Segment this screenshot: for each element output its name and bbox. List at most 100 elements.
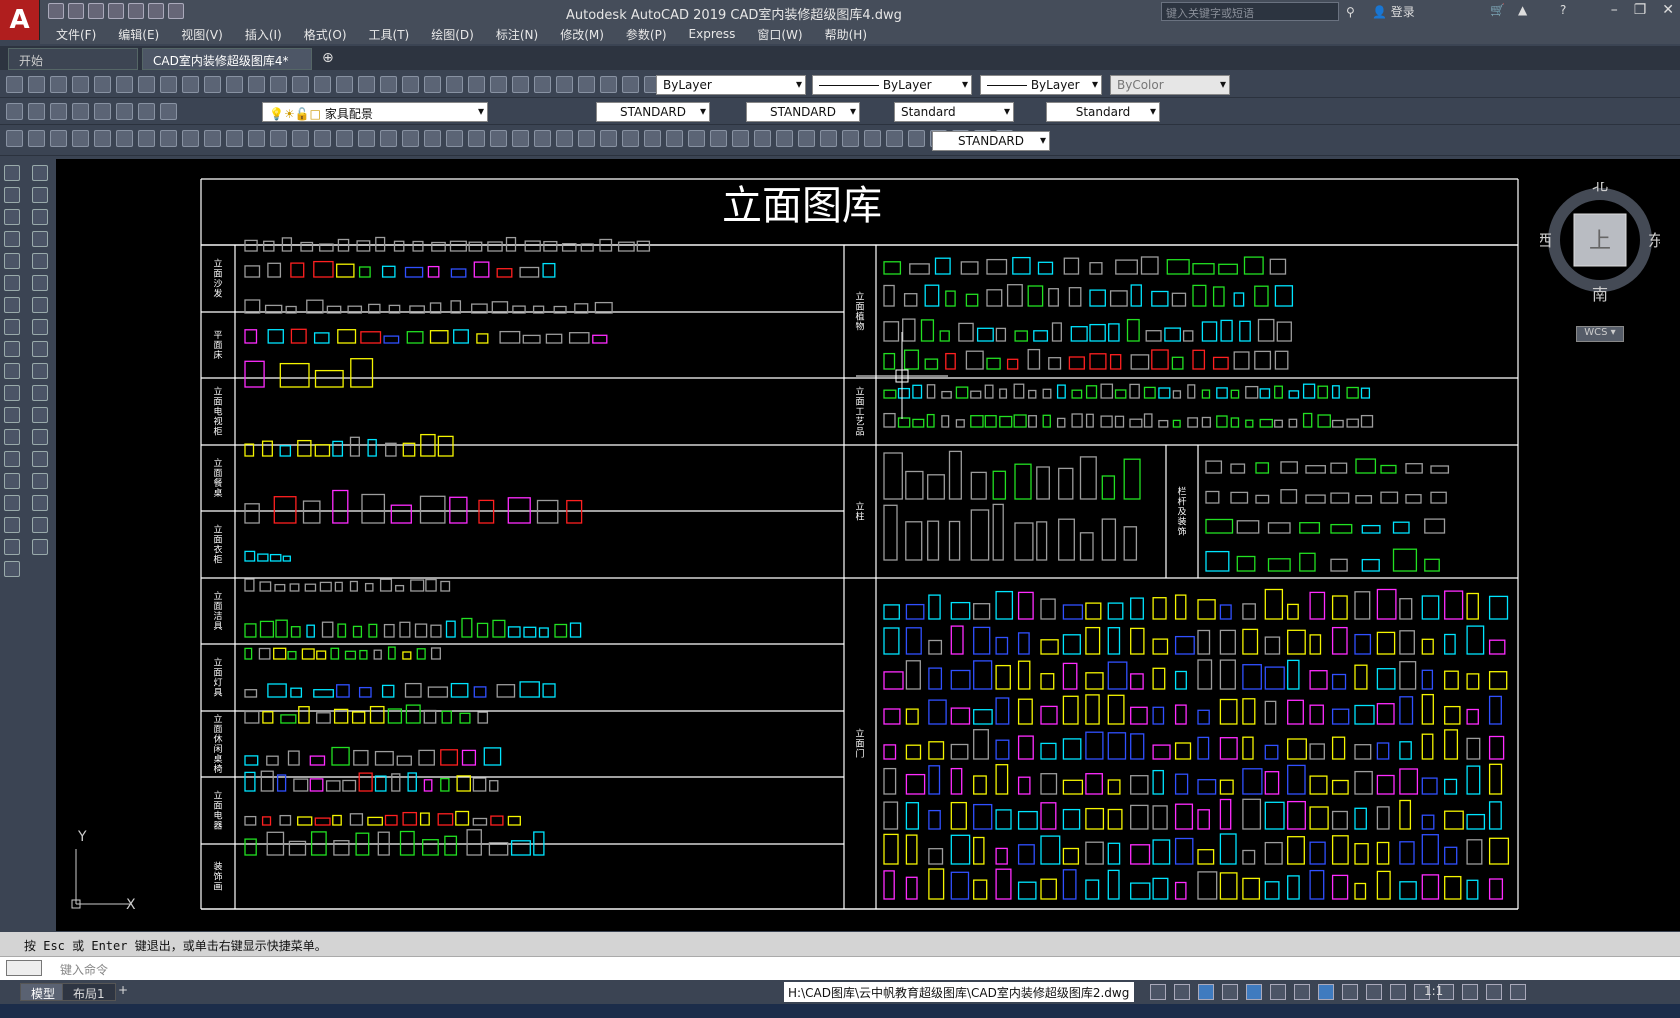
door-block[interactable] — [1219, 872, 1238, 900]
lamp-block[interactable] — [414, 623, 428, 638]
standard-tool-icon-11[interactable] — [248, 76, 265, 93]
door-block[interactable] — [1354, 591, 1371, 620]
door-block[interactable] — [1399, 661, 1417, 690]
door-block[interactable] — [973, 660, 993, 690]
sofa-block[interactable] — [381, 265, 396, 278]
door-block[interactable] — [1107, 732, 1127, 760]
dim-tool-icon-2[interactable] — [50, 130, 67, 147]
plant-block[interactable] — [903, 349, 920, 370]
bed-block[interactable] — [267, 329, 284, 344]
door-block[interactable] — [1287, 800, 1306, 830]
door-block[interactable] — [928, 594, 941, 620]
plant-block[interactable] — [1257, 318, 1275, 342]
door-block[interactable] — [1107, 661, 1128, 690]
door-block[interactable] — [1062, 779, 1084, 795]
craft-block[interactable] — [984, 384, 994, 399]
door-block[interactable] — [995, 809, 1012, 830]
leisure-chair-block[interactable] — [336, 684, 350, 698]
dim-tool-icon-33[interactable] — [732, 130, 749, 147]
lamp-block[interactable] — [430, 624, 442, 638]
bed-block[interactable] — [499, 330, 521, 344]
door-block[interactable] — [1152, 744, 1171, 760]
railing-block[interactable] — [1230, 491, 1249, 504]
railing-block[interactable] — [1330, 523, 1353, 534]
door-block[interactable] — [1040, 742, 1057, 760]
menu-item-8[interactable]: 修改(M) — [560, 26, 604, 43]
plant-block[interactable] — [986, 357, 1001, 370]
painting-block[interactable] — [510, 840, 531, 856]
dim-tool-icon-10[interactable] — [226, 130, 243, 147]
appliance-block[interactable] — [309, 755, 326, 766]
plant-block[interactable] — [1115, 259, 1138, 275]
layer-tool-icon-2[interactable] — [50, 103, 67, 120]
door-block[interactable] — [1399, 696, 1414, 725]
craft-block[interactable] — [1056, 417, 1066, 428]
door-block[interactable] — [1399, 741, 1412, 760]
railing-block[interactable] — [1361, 558, 1380, 572]
appliance-block[interactable] — [358, 772, 373, 792]
status-toggle-icon-14[interactable] — [1486, 984, 1502, 1000]
dim-tool-icon-12[interactable] — [270, 130, 287, 147]
plant-block[interactable] — [1171, 356, 1184, 370]
door-block[interactable] — [1354, 664, 1368, 690]
plant-block[interactable] — [1145, 330, 1162, 342]
appliance-block[interactable] — [244, 771, 256, 792]
dim-tool-icon-18[interactable] — [402, 130, 419, 147]
plant-block[interactable] — [939, 330, 950, 342]
door-block[interactable] — [1219, 659, 1236, 690]
door-block[interactable] — [973, 709, 993, 725]
door-block[interactable] — [995, 636, 1009, 655]
craft-block[interactable] — [926, 384, 936, 399]
plant-block[interactable] — [924, 358, 939, 370]
lamp-block[interactable] — [316, 650, 327, 660]
door-block[interactable] — [1466, 737, 1481, 760]
painting-block[interactable] — [444, 835, 458, 856]
modify-tool-icon-4[interactable] — [32, 253, 48, 269]
door-block[interactable] — [1085, 731, 1104, 760]
draw-tool-icon-10[interactable] — [4, 385, 20, 401]
painting-block[interactable] — [332, 814, 342, 826]
standard-tool-icon-6[interactable] — [138, 76, 155, 93]
door-block[interactable] — [1130, 597, 1144, 620]
plant-block[interactable] — [1254, 285, 1269, 307]
column-block[interactable] — [1058, 467, 1074, 500]
painting-block[interactable] — [419, 812, 430, 826]
door-block[interactable] — [1287, 603, 1299, 620]
door-block[interactable] — [1152, 839, 1171, 865]
plant-block[interactable] — [1109, 290, 1128, 307]
door-block[interactable] — [883, 767, 897, 795]
layer-tool-icon-7[interactable] — [160, 103, 177, 120]
plant-block[interactable] — [883, 352, 896, 370]
status-toggle-icon-0[interactable] — [1150, 984, 1166, 1000]
dining-table-block[interactable] — [244, 443, 255, 457]
plant-block[interactable] — [958, 322, 974, 342]
modify-tool-icon-15[interactable] — [32, 495, 48, 511]
draw-tool-icon-8[interactable] — [4, 341, 20, 357]
craft-block[interactable] — [941, 415, 950, 428]
login-button[interactable]: 👤 登录 — [1372, 3, 1415, 20]
standard-tool-icon-20[interactable] — [446, 76, 463, 93]
door-block[interactable] — [1376, 742, 1390, 760]
sofa-block[interactable] — [313, 260, 334, 278]
column-block[interactable] — [1058, 518, 1075, 561]
new-file-icon[interactable] — [48, 3, 64, 19]
dining-table-block[interactable] — [367, 438, 377, 457]
door-block[interactable] — [1174, 670, 1187, 690]
railing-block[interactable] — [1424, 518, 1446, 534]
door-block[interactable] — [1444, 846, 1458, 865]
column-block[interactable] — [927, 474, 945, 500]
lamp-block[interactable] — [368, 623, 378, 638]
craft-block[interactable] — [897, 387, 911, 399]
appliance-block[interactable] — [407, 772, 417, 792]
craft-block[interactable] — [1143, 413, 1153, 428]
draw-tool-icon-3[interactable] — [4, 231, 20, 247]
craft-block[interactable] — [1302, 412, 1313, 428]
draw-tool-icon-5[interactable] — [4, 275, 20, 291]
plant-block[interactable] — [1130, 284, 1142, 307]
dining-table-block[interactable] — [332, 440, 344, 457]
status-toggle-icon-13[interactable] — [1462, 984, 1478, 1000]
door-block[interactable] — [1399, 598, 1413, 620]
menu-item-1[interactable]: 编辑(E) — [118, 26, 159, 43]
railing-block[interactable] — [1236, 520, 1260, 534]
leisure-chair-block[interactable] — [351, 711, 366, 724]
